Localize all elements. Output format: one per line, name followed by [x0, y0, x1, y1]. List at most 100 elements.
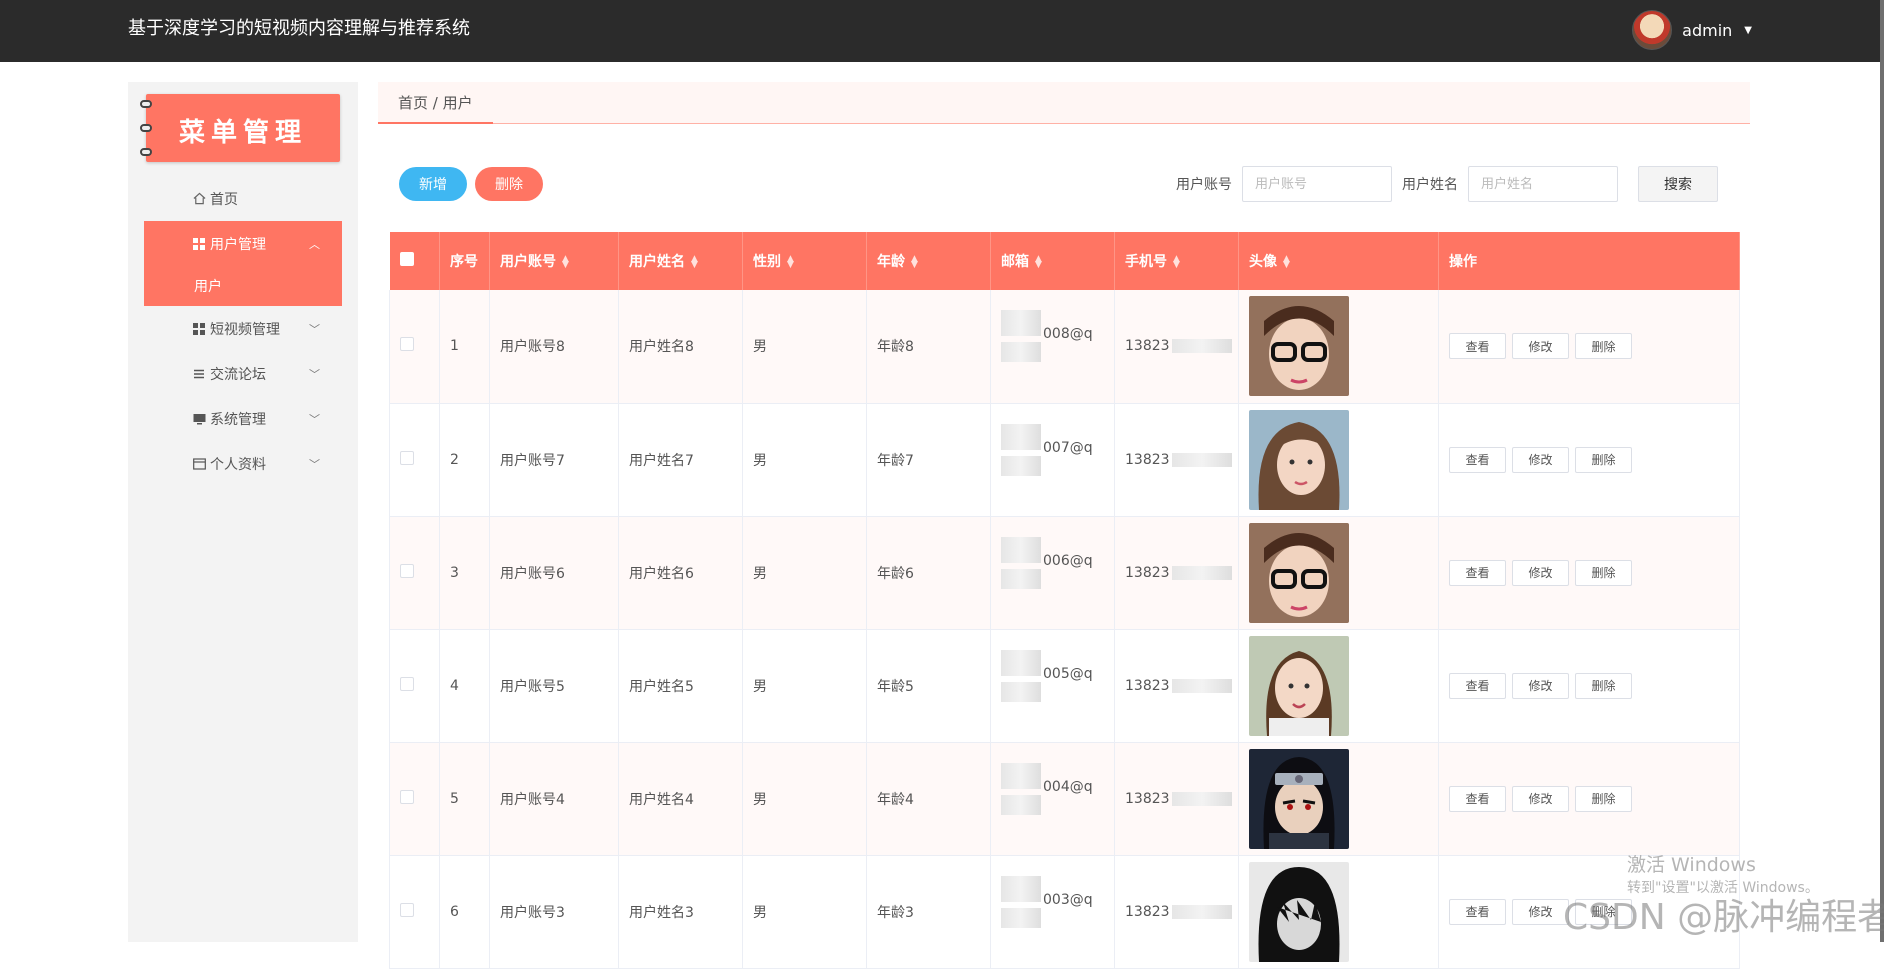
- view-button[interactable]: 查看: [1449, 333, 1506, 360]
- sidebar-item-forum[interactable]: 交流论坛 ﹀: [144, 351, 342, 396]
- row-age: 年龄3: [866, 855, 991, 969]
- blurred-text: [1001, 568, 1041, 589]
- table-row[interactable]: 3 用户账号6 用户姓名6 男 年龄6 006@q 13823 查看 修改 删除: [389, 516, 1740, 630]
- view-button[interactable]: 查看: [1449, 559, 1506, 586]
- sidebar-item-video-management[interactable]: 短视频管理 ﹀: [144, 306, 342, 351]
- edit-button[interactable]: 修改: [1512, 672, 1569, 699]
- sort-icon[interactable]: ▲ ▼: [691, 255, 698, 270]
- view-button[interactable]: 查看: [1449, 446, 1506, 473]
- row-name: 用户姓名4: [618, 742, 743, 856]
- row-account: 用户账号3: [489, 855, 619, 969]
- row-checkbox[interactable]: [389, 855, 440, 969]
- table-row[interactable]: 1 用户账号8 用户姓名8 男 年龄8 008@q 13823 查看 修改 删除: [389, 290, 1740, 404]
- sort-icon[interactable]: ▲ ▼: [562, 255, 569, 270]
- windows-activation-watermark: 激活 Windows: [1627, 854, 1756, 876]
- row-email: 003@q: [990, 855, 1115, 969]
- view-button[interactable]: 查看: [1449, 672, 1506, 699]
- chevron-down-icon[interactable]: ﹀: [309, 366, 320, 382]
- delete-button[interactable]: 删除: [475, 167, 543, 201]
- row-actions: 查看 修改 删除: [1438, 742, 1740, 856]
- avatar[interactable]: [1632, 10, 1673, 50]
- column-header-email[interactable]: 邮箱 ▲ ▼: [990, 232, 1115, 290]
- sort-icon[interactable]: ▲ ▼: [787, 255, 794, 270]
- account-search-label: 用户账号: [1176, 177, 1232, 193]
- row-name: 用户姓名8: [618, 290, 743, 404]
- column-header-account[interactable]: 用户账号 ▲ ▼: [489, 232, 619, 290]
- row-checkbox[interactable]: [389, 629, 440, 743]
- search-button[interactable]: 搜索: [1638, 166, 1718, 202]
- delete-row-button[interactable]: 删除: [1575, 672, 1632, 699]
- sort-icon[interactable]: ▲ ▼: [1173, 255, 1180, 270]
- edit-button[interactable]: 修改: [1512, 446, 1569, 473]
- sidebar-item-label: 用户管理: [210, 236, 266, 253]
- account-search-input[interactable]: [1242, 166, 1392, 202]
- sort-icon[interactable]: ▲ ▼: [911, 255, 918, 270]
- add-button[interactable]: 新增: [399, 167, 467, 201]
- table-row[interactable]: 4 用户账号5 用户姓名5 男 年龄5 005@q 13823 查看 修改 删除: [389, 629, 1740, 743]
- edit-button[interactable]: 修改: [1512, 559, 1569, 586]
- row-email: 006@q: [990, 516, 1115, 630]
- column-header-age[interactable]: 年龄 ▲ ▼: [866, 232, 991, 290]
- home-icon: [192, 192, 206, 206]
- row-avatar: [1238, 403, 1439, 517]
- chevron-down-icon[interactable]: ﹀: [309, 456, 320, 472]
- user-menu[interactable]: admin ▼: [1632, 8, 1752, 52]
- chevron-down-icon[interactable]: ﹀: [309, 411, 320, 427]
- delete-row-button[interactable]: 删除: [1575, 559, 1632, 586]
- chevron-up-icon[interactable]: ︿: [309, 236, 320, 252]
- edit-button[interactable]: 修改: [1512, 898, 1569, 925]
- row-phone: 13823: [1114, 855, 1239, 969]
- column-header-gender[interactable]: 性别 ▲ ▼: [742, 232, 867, 290]
- row-gender: 男: [742, 855, 867, 969]
- chevron-down-icon[interactable]: ﹀: [309, 321, 320, 337]
- delete-row-button[interactable]: 删除: [1575, 446, 1632, 473]
- card-icon: [192, 457, 206, 471]
- row-index: 5: [439, 742, 490, 856]
- avatar-photo-image: [1249, 635, 1438, 736]
- user-table: 序号 用户账号 ▲ ▼ 用户姓名 ▲ ▼ 性别 ▲ ▼ 年龄 ▲ ▼ 邮箱 ▲ ▼ 手机号 ▲ ▼ 头像…: [389, 232, 1740, 969]
- name-search-input[interactable]: [1468, 166, 1618, 202]
- table-row[interactable]: 2 用户账号7 用户姓名7 男 年龄7 007@q 13823 查看 修改 删除: [389, 403, 1740, 517]
- row-checkbox[interactable]: [389, 516, 440, 630]
- edit-button[interactable]: 修改: [1512, 333, 1569, 360]
- avatar-photo-image: [1249, 861, 1438, 962]
- delete-row-button[interactable]: 删除: [1575, 785, 1632, 812]
- sidebar: 菜单管理 首页 用户管理 ︿ 用户 短视频管理 ﹀ 交流论坛 ﹀ 系统管理 ﹀ …: [128, 82, 358, 942]
- row-actions: 查看 修改 删除: [1438, 290, 1740, 404]
- table-row[interactable]: 5 用户账号4 用户姓名4 男 年龄4 004@q 13823 查看 修改 删除: [389, 742, 1740, 856]
- sidebar-subitem-user[interactable]: 用户: [144, 266, 342, 306]
- column-header-name[interactable]: 用户姓名 ▲ ▼: [618, 232, 743, 290]
- delete-row-button[interactable]: 删除: [1575, 333, 1632, 360]
- sidebar-item-user-management[interactable]: 用户管理 ︿: [144, 221, 342, 266]
- breadcrumb[interactable]: 首页 / 用户: [378, 82, 493, 124]
- row-account: 用户账号4: [489, 742, 619, 856]
- sort-icon[interactable]: ▲ ▼: [1035, 255, 1042, 270]
- edit-button[interactable]: 修改: [1512, 785, 1569, 812]
- select-all-checkbox[interactable]: [389, 232, 440, 290]
- row-checkbox[interactable]: [389, 742, 440, 856]
- sidebar-item-system[interactable]: 系统管理 ﹀: [144, 396, 342, 441]
- row-gender: 男: [742, 629, 867, 743]
- row-actions: 查看 修改 删除: [1438, 629, 1740, 743]
- row-checkbox[interactable]: [389, 403, 440, 517]
- sort-icon[interactable]: ▲ ▼: [1283, 255, 1290, 270]
- username[interactable]: admin: [1682, 21, 1732, 40]
- table-row[interactable]: 6 用户账号3 用户姓名3 男 年龄3 003@q 13823 查看 修改 删除: [389, 855, 1740, 969]
- row-index: 1: [439, 290, 490, 404]
- row-checkbox[interactable]: [389, 290, 440, 404]
- caret-down-icon[interactable]: ▼: [1744, 25, 1752, 36]
- window-edge: [1880, 0, 1884, 942]
- column-header-phone[interactable]: 手机号 ▲ ▼: [1114, 232, 1239, 290]
- row-phone: 13823: [1114, 290, 1239, 404]
- row-email-text: 003@q: [1043, 891, 1093, 908]
- row-age: 年龄8: [866, 290, 991, 404]
- column-header-avatar[interactable]: 头像 ▲ ▼: [1238, 232, 1439, 290]
- blurred-text: [1171, 678, 1232, 693]
- view-button[interactable]: 查看: [1449, 785, 1506, 812]
- row-gender: 男: [742, 742, 867, 856]
- view-button[interactable]: 查看: [1449, 898, 1506, 925]
- row-age: 年龄7: [866, 403, 991, 517]
- sidebar-item-home[interactable]: 首页: [144, 176, 342, 221]
- list-icon: [192, 367, 206, 381]
- sidebar-item-profile[interactable]: 个人资料 ﹀: [144, 441, 342, 486]
